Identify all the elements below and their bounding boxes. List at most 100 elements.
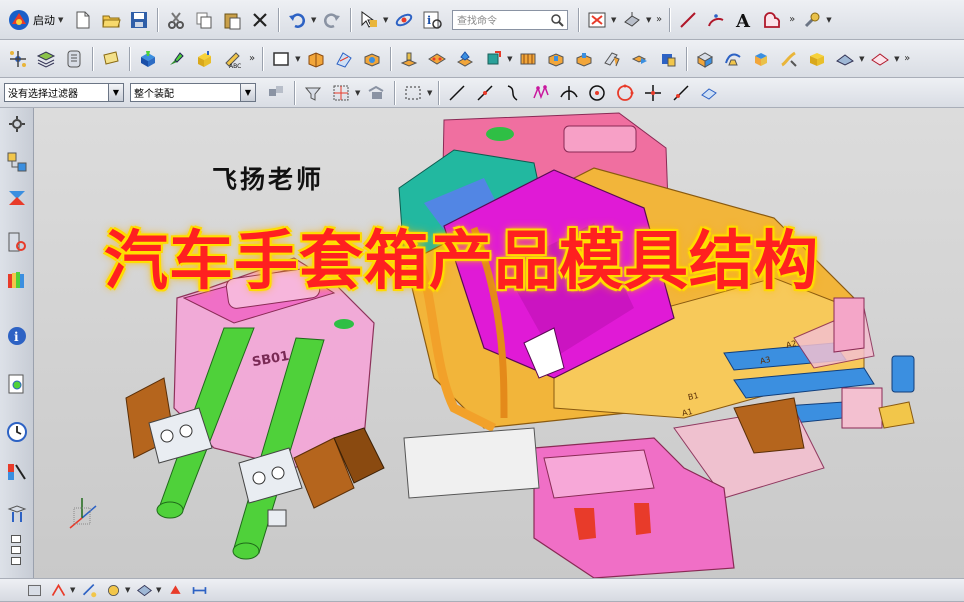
scroll-button[interactable]: [364, 81, 388, 105]
tool-b-button[interactable]: [48, 580, 68, 600]
system-material-tab[interactable]: [5, 502, 29, 526]
note-button[interactable]: [99, 47, 123, 71]
tool-e-button[interactable]: [134, 580, 154, 600]
orange-block-button[interactable]: [304, 47, 328, 71]
chevron-down-icon[interactable]: ▼: [826, 14, 833, 26]
box-button[interactable]: [805, 47, 829, 71]
type-filter-select[interactable]: 没有选择过滤器 ▼: [4, 83, 124, 102]
shaded-button[interactable]: [868, 47, 892, 71]
quadrant-button[interactable]: [613, 81, 637, 105]
snap-filter-button[interactable]: [264, 81, 288, 105]
line-button[interactable]: [676, 8, 700, 32]
list-button[interactable]: [62, 47, 86, 71]
assembly-navigator-tab[interactable]: [5, 150, 29, 174]
resource-bar-scroll[interactable]: [9, 534, 25, 574]
hole-button[interactable]: [453, 47, 477, 71]
shape-button[interactable]: [760, 8, 784, 32]
tool-g-button[interactable]: [189, 580, 209, 600]
chevron-down-icon[interactable]: ▼: [295, 53, 302, 65]
save-button[interactable]: [127, 8, 151, 32]
chevron-down-icon[interactable]: ▼: [646, 14, 653, 26]
copy-button[interactable]: [192, 8, 216, 32]
chevron-down-icon[interactable]: ▼: [507, 53, 514, 65]
ejector-button[interactable]: [572, 47, 596, 71]
roles-tab[interactable]: [5, 460, 29, 484]
more-tools-icon[interactable]: »: [904, 53, 910, 64]
trim-button[interactable]: [777, 47, 801, 71]
hide-show-button[interactable]: [585, 8, 609, 32]
intersection-button[interactable]: [557, 81, 581, 105]
view-button[interactable]: [697, 81, 721, 105]
chevron-down-icon[interactable]: ▼: [611, 14, 618, 26]
feature-button[interactable]: [425, 47, 449, 71]
chevron-down-icon[interactable]: ▼: [427, 87, 434, 99]
cavity-button[interactable]: [516, 47, 540, 71]
more-tools-icon[interactable]: »: [789, 14, 795, 25]
measure-button[interactable]: [301, 81, 325, 105]
rectangle-button[interactable]: [269, 47, 293, 71]
constraint-navigator-tab[interactable]: [5, 186, 29, 210]
chevron-down-icon[interactable]: ▼: [58, 14, 65, 26]
mold-assembly-model[interactable]: [34, 108, 964, 578]
lifter-button[interactable]: [628, 47, 652, 71]
history-tab[interactable]: [5, 372, 29, 396]
text-button[interactable]: A: [732, 8, 756, 32]
undo-button[interactable]: [285, 8, 309, 32]
control-point-button[interactable]: [529, 81, 553, 105]
tool-d-button[interactable]: [103, 580, 123, 600]
wrench-button[interactable]: [800, 8, 824, 32]
tool-f-button[interactable]: [165, 580, 185, 600]
chevron-down-icon[interactable]: ▼: [383, 14, 390, 26]
mold-base-button[interactable]: [481, 47, 505, 71]
chevron-down-icon[interactable]: ▼: [355, 87, 362, 99]
chevron-down-icon[interactable]: ▼: [894, 53, 901, 65]
assembly-button[interactable]: [6, 47, 30, 71]
more-tools-icon[interactable]: »: [656, 14, 662, 25]
tool-a-button[interactable]: [24, 580, 44, 600]
redo-button[interactable]: [320, 8, 344, 32]
more-tools-icon[interactable]: »: [249, 53, 255, 64]
sub-insert-button[interactable]: [693, 47, 717, 71]
abc-button[interactable]: ABC: [220, 47, 244, 71]
tool-c-button[interactable]: [79, 580, 99, 600]
arc-center-button[interactable]: [585, 81, 609, 105]
view-orient-button[interactable]: [620, 8, 644, 32]
end-point-button[interactable]: [473, 81, 497, 105]
part-navigator-tab[interactable]: [5, 230, 29, 254]
tangent-button[interactable]: [669, 81, 693, 105]
green-tool-button[interactable]: [164, 47, 188, 71]
cut-button[interactable]: [164, 8, 188, 32]
surface-button[interactable]: [833, 47, 857, 71]
sketch-button[interactable]: [332, 47, 356, 71]
chevron-down-icon[interactable]: ▼: [125, 584, 132, 596]
command-search-input[interactable]: 查找命令: [452, 9, 568, 30]
select-object-button[interactable]: [357, 8, 381, 32]
line-snap-button[interactable]: [445, 81, 469, 105]
delete-button[interactable]: [248, 8, 272, 32]
blue-part-button[interactable]: [360, 47, 384, 71]
chevron-down-icon[interactable]: ▼: [70, 584, 77, 596]
settings-button[interactable]: [5, 112, 29, 136]
paste-button[interactable]: [220, 8, 244, 32]
arc-button[interactable]: [704, 8, 728, 32]
pad-button[interactable]: [397, 47, 421, 71]
connect-button[interactable]: [392, 8, 416, 32]
internet-tab[interactable]: i: [5, 324, 29, 348]
electrode-button[interactable]: [721, 47, 745, 71]
core-button[interactable]: [544, 47, 568, 71]
cube-button[interactable]: [749, 47, 773, 71]
layer-button[interactable]: [34, 47, 58, 71]
info-button[interactable]: i: [420, 8, 444, 32]
rect-snap-button[interactable]: [329, 81, 353, 105]
cross-button[interactable]: [641, 81, 665, 105]
chevron-down-icon[interactable]: ▼: [240, 84, 255, 101]
mid-point-button[interactable]: [501, 81, 525, 105]
yellow-box-button[interactable]: [192, 47, 216, 71]
mold-wizard-button[interactable]: [136, 47, 160, 71]
graphics-window[interactable]: SB01 A1 A2 A3 B1 飞扬老师 汽车手套箱产品模具结构: [34, 108, 964, 578]
reuse-library-tab[interactable]: [5, 268, 29, 292]
clock-tab[interactable]: [5, 420, 29, 444]
new-file-button[interactable]: [71, 8, 95, 32]
chevron-down-icon[interactable]: ▼: [108, 84, 123, 101]
chevron-down-icon[interactable]: ▼: [859, 53, 866, 65]
